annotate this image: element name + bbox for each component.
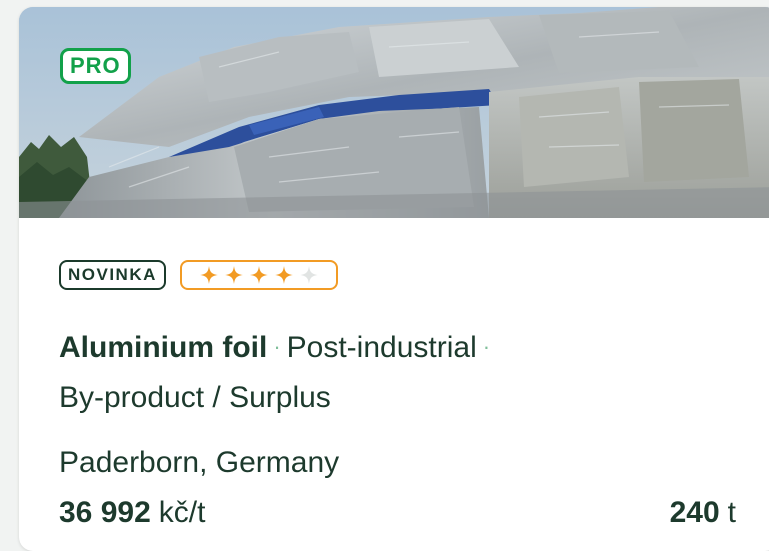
material-source: Post-industrial <box>286 331 477 364</box>
separator: · <box>482 334 491 359</box>
seller-rating <box>179 260 338 290</box>
listing-photo: PRO <box>19 7 769 218</box>
separator: · <box>273 334 281 359</box>
badge-row: NOVINKA <box>59 260 338 290</box>
listing-title: Aluminium foil · Post-industrial · <box>59 329 496 369</box>
star-filled-icon <box>274 266 293 284</box>
star-empty-icon <box>299 266 318 284</box>
price-unit: kč/t <box>158 496 206 529</box>
star-filled-icon <box>249 266 268 284</box>
aluminium-bales-image <box>19 7 769 218</box>
star-filled-icon <box>199 266 218 284</box>
material-category: By-product / Surplus <box>59 381 331 414</box>
listing-quantity: 240 t <box>670 494 736 532</box>
quantity-value: 240 <box>669 496 720 529</box>
material-name: Aluminium foil <box>59 331 268 364</box>
listing-price: 36 992 kč/t <box>59 494 205 532</box>
pro-badge: PRO <box>60 48 131 84</box>
quantity-unit: t <box>727 496 736 529</box>
price-value: 36 992 <box>59 496 151 529</box>
star-filled-icon <box>224 266 243 284</box>
new-badge: NOVINKA <box>59 260 166 290</box>
listing-details: NOVINKA Aluminium foil · Post-industrial · … <box>19 218 769 551</box>
listing-card[interactable]: PRO NOVINKA Aluminium foil · Post-industri… <box>19 7 769 551</box>
listing-location: Paderborn, Germany <box>59 446 340 479</box>
